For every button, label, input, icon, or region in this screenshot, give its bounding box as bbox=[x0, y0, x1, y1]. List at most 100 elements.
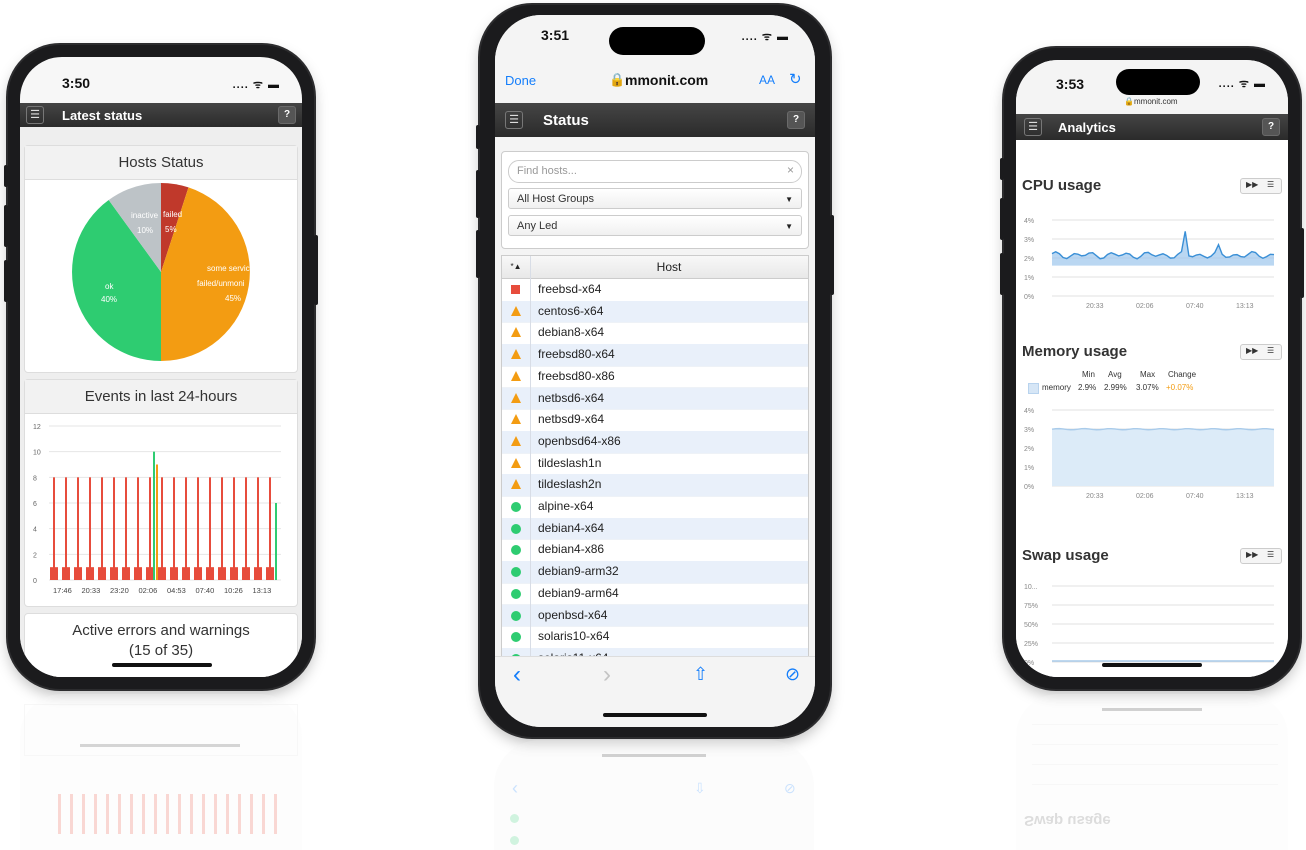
help-button[interactable]: ? bbox=[278, 106, 296, 124]
host-name[interactable]: netbsd9-x64 bbox=[538, 409, 604, 431]
table-row[interactable]: openbsd-x64 bbox=[502, 604, 808, 628]
event-bar[interactable] bbox=[65, 477, 67, 580]
menu-button[interactable]: ☰ bbox=[1024, 118, 1042, 136]
menu-button[interactable]: ☰ bbox=[26, 106, 44, 124]
event-bar-warning[interactable] bbox=[156, 464, 158, 581]
x-tick-label: 20:33 bbox=[82, 586, 101, 595]
nav-bar: ☰ Latest status ? bbox=[20, 103, 302, 127]
play-icon[interactable]: ▶▶ bbox=[1246, 550, 1258, 559]
y-tick-label: 12 bbox=[33, 424, 41, 431]
clock: 3:53 bbox=[1056, 76, 1085, 92]
event-bar[interactable] bbox=[125, 477, 127, 580]
help-button[interactable]: ? bbox=[1262, 118, 1280, 136]
event-bar[interactable] bbox=[161, 477, 163, 580]
event-bar[interactable] bbox=[101, 477, 103, 580]
memory-chart-controls: ▶▶ ☰ bbox=[1240, 344, 1282, 360]
search-input[interactable]: Find hosts... × bbox=[508, 160, 802, 183]
event-bar[interactable] bbox=[137, 477, 139, 580]
host-group-select[interactable]: All Host Groups ▼ bbox=[508, 188, 802, 209]
text-size-button[interactable]: AA bbox=[759, 73, 775, 87]
table-row[interactable]: freebsd80-x64 bbox=[502, 344, 808, 367]
menu-button[interactable]: ☰ bbox=[505, 111, 523, 129]
table-row[interactable]: netbsd6-x64 bbox=[502, 387, 808, 411]
table-row[interactable]: tildeslash1n bbox=[502, 453, 808, 476]
host-name[interactable]: solaris10-x64 bbox=[538, 626, 609, 648]
host-name[interactable]: tildeslash1n bbox=[538, 453, 601, 475]
event-bar[interactable] bbox=[113, 477, 115, 580]
share-button[interactable]: ⇧ bbox=[693, 664, 708, 685]
table-row[interactable]: debian4-x64 bbox=[502, 517, 808, 541]
y-tick-label: 6 bbox=[33, 501, 37, 508]
table-row[interactable]: debian8-x64 bbox=[502, 322, 808, 346]
table-row[interactable]: solaris10-x64 bbox=[502, 626, 808, 649]
host-name[interactable]: tildeslash2n bbox=[538, 474, 601, 496]
table-row[interactable]: tildeslash2n bbox=[502, 474, 808, 497]
table-row[interactable]: debian9-arm32 bbox=[502, 561, 808, 584]
event-bar[interactable] bbox=[53, 477, 55, 580]
home-indicator[interactable] bbox=[112, 663, 212, 667]
table-row[interactable]: freebsd80-x86 bbox=[502, 366, 808, 389]
event-bar-ok[interactable] bbox=[153, 451, 155, 580]
host-name[interactable]: openbsd64-x86 bbox=[538, 431, 621, 453]
event-bar[interactable] bbox=[185, 477, 187, 580]
reload-icon[interactable]: ↻ bbox=[789, 70, 802, 88]
list-icon[interactable]: ☰ bbox=[1267, 550, 1274, 559]
list-icon[interactable]: ☰ bbox=[1267, 346, 1274, 355]
event-bar[interactable] bbox=[89, 477, 91, 580]
event-bar[interactable] bbox=[257, 477, 259, 580]
host-name[interactable]: debian9-arm32 bbox=[538, 561, 619, 583]
table-row[interactable]: alpine-x64 bbox=[502, 496, 808, 519]
help-button[interactable]: ? bbox=[787, 111, 805, 129]
host-name[interactable]: centos6-x64 bbox=[538, 301, 603, 323]
host-name[interactable]: netbsd6-x64 bbox=[538, 388, 604, 410]
host-name[interactable]: freebsd80-x64 bbox=[538, 344, 615, 366]
home-indicator[interactable] bbox=[1102, 663, 1202, 667]
event-bar[interactable] bbox=[77, 477, 79, 580]
y-tick-label: 0% bbox=[1024, 484, 1034, 491]
forward-button[interactable]: › bbox=[603, 661, 611, 689]
host-name[interactable]: debian4-x64 bbox=[538, 518, 604, 540]
event-bar[interactable] bbox=[209, 477, 211, 580]
x-tick-label: 23:20 bbox=[110, 586, 129, 595]
sort-led-header[interactable]: *▲ bbox=[502, 256, 531, 278]
compass-icon[interactable]: ⊘ bbox=[785, 664, 800, 685]
event-bar-ok[interactable] bbox=[275, 503, 277, 580]
host-column-header[interactable]: Host bbox=[530, 256, 808, 278]
event-bar[interactable] bbox=[245, 477, 247, 580]
host-name[interactable]: debian8-x64 bbox=[538, 322, 604, 344]
table-header: *▲ Host bbox=[502, 256, 808, 279]
table-row[interactable]: centos6-x64 bbox=[502, 300, 808, 324]
list-icon[interactable]: ☰ bbox=[1267, 180, 1274, 189]
led-select[interactable]: Any Led ▼ bbox=[508, 215, 802, 236]
table-row[interactable]: freebsd-x64 bbox=[502, 279, 808, 302]
event-bar[interactable] bbox=[269, 477, 271, 580]
screen: 3:51 .... ᯤ ▬ Done 🔒 mmonit.com AA ↻ ☰ S… bbox=[495, 15, 815, 727]
y-tick-label: 3% bbox=[1024, 427, 1034, 434]
host-name[interactable]: freebsd80-x86 bbox=[538, 366, 615, 388]
search-clear-icon[interactable]: × bbox=[787, 163, 794, 177]
event-bar[interactable] bbox=[221, 477, 223, 580]
host-name[interactable]: debian9-arm64 bbox=[538, 583, 619, 605]
play-icon[interactable]: ▶▶ bbox=[1246, 346, 1258, 355]
event-bar[interactable] bbox=[233, 477, 235, 580]
event-bar[interactable] bbox=[173, 477, 175, 580]
table-row[interactable]: openbsd64-x86 bbox=[502, 430, 808, 454]
host-name[interactable]: debian4-x86 bbox=[538, 539, 604, 561]
table-row[interactable]: debian4-x86 bbox=[502, 539, 808, 563]
event-bar[interactable] bbox=[149, 477, 151, 580]
status-ok-icon bbox=[511, 523, 521, 534]
back-button[interactable]: ‹ bbox=[513, 661, 521, 689]
event-bar[interactable] bbox=[197, 477, 199, 580]
table-row[interactable]: debian9-arm64 bbox=[502, 583, 808, 606]
table-row[interactable]: netbsd9-x64 bbox=[502, 409, 808, 432]
url-field[interactable]: mmonit.com bbox=[1134, 97, 1178, 106]
x-tick-label: 13:13 bbox=[1236, 493, 1254, 500]
host-name[interactable]: alpine-x64 bbox=[538, 496, 593, 518]
host-name[interactable]: openbsd-x64 bbox=[538, 605, 607, 627]
home-indicator[interactable] bbox=[603, 713, 707, 717]
host-name[interactable]: freebsd-x64 bbox=[538, 279, 601, 301]
content: Hosts Status failed 5% inactive 10% ok 4… bbox=[20, 127, 302, 677]
play-icon[interactable]: ▶▶ bbox=[1246, 180, 1258, 189]
done-button[interactable]: Done bbox=[505, 73, 536, 88]
url-field[interactable]: mmonit.com bbox=[625, 72, 708, 88]
